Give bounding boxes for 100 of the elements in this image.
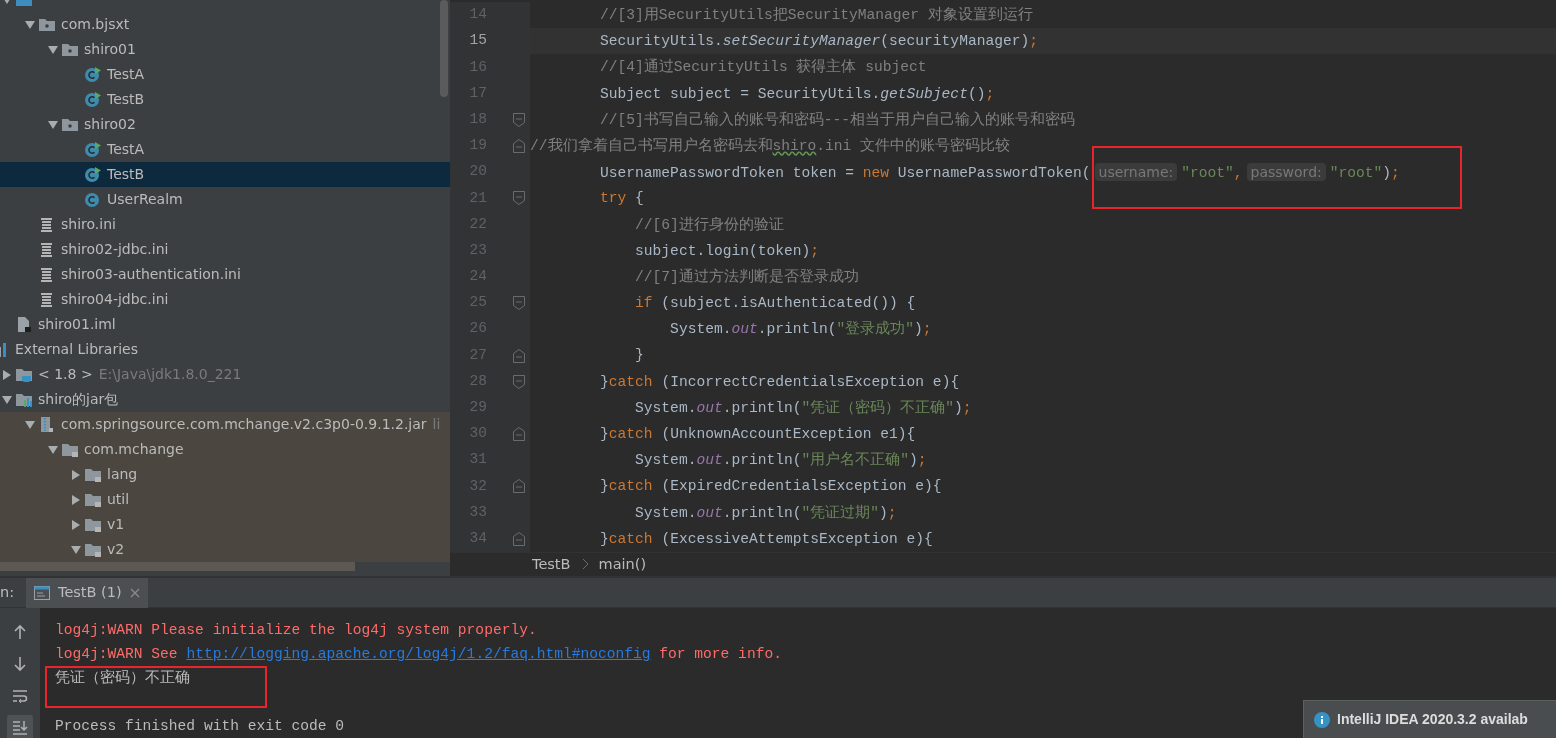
class-icon: [84, 166, 102, 183]
code-line: subject.login(token);: [634, 241, 820, 261]
class-icon: [84, 91, 102, 108]
tree-item[interactable]: External Libraries: [0, 337, 450, 362]
fold-marker-icon[interactable]: [512, 138, 526, 155]
tree-item[interactable]: com.mchange: [0, 437, 450, 462]
tree-item[interactable]: v1: [0, 512, 450, 537]
run-tab[interactable]: TestB (1): [26, 577, 148, 608]
info-icon: [1314, 711, 1330, 728]
expanded-arrow-icon[interactable]: [1, 394, 13, 405]
tree-item[interactable]: v2: [0, 537, 450, 562]
tree-item[interactable]: com.bjsxt: [0, 12, 450, 37]
fold-marker-icon[interactable]: [512, 426, 526, 443]
jdk-folder-icon: [15, 366, 33, 383]
fold-marker-icon[interactable]: [512, 111, 526, 128]
library-icon: [15, 391, 33, 408]
code-line: //[7]通过方法判断是否登录成功: [634, 267, 860, 287]
class-icon: [84, 191, 102, 208]
collapsed-arrow-icon[interactable]: [71, 493, 81, 506]
class-icon: [84, 66, 102, 83]
locked-folder-icon: [61, 441, 79, 458]
tree-item[interactable]: TestA: [0, 137, 450, 162]
code-line: UsernamePasswordToken token = new UsernamePasswordToken( username: "root", password: "root");: [599, 162, 1401, 184]
scroll-to-end-icon: [11, 719, 29, 737]
console-icon: [34, 585, 50, 600]
code-line: //[5]书写自己输入的账号和密码---相当于用户自己输入的账号和密码: [599, 110, 1077, 130]
class-icon: [84, 141, 102, 158]
link[interactable]: http://logging.apache.org/log4j/1.2/faq.html#noconfig: [186, 646, 651, 662]
package-icon: [61, 116, 79, 133]
code-line: System.out.println("凭证（密码）不正确");: [634, 398, 973, 418]
expanded-arrow-icon[interactable]: [70, 544, 82, 555]
tree-item[interactable]: shiro02-jdbc.ini: [0, 237, 450, 262]
code-line: }catch (ExpiredCredentialsException e){: [599, 477, 943, 497]
code-line: //[4]通过SecurityUtils 获得主体 subject: [599, 57, 928, 78]
tree-item[interactable]: util: [0, 487, 450, 512]
locked-folder-icon: [84, 516, 102, 533]
code-line: if (subject.isAuthenticated()) {: [634, 294, 917, 314]
breadcrumb[interactable]: TestB: [532, 553, 571, 576]
code-line: }catch (UnknownAccountException e1){: [599, 425, 917, 444]
tree-item[interactable]: com.springsource.com.mchange.v2.c3p0-0.9.1.2.jar li: [0, 412, 450, 437]
code-line: //[6]进行身份的验证: [634, 215, 785, 235]
code-line: System.out.println("登录成功");: [669, 319, 933, 340]
tree-item[interactable]: shiro的jar包: [0, 387, 450, 412]
line-number: 15: [468, 31, 487, 51]
tree-item[interactable]: < 1.8 > E:\Java\jdk1.8.0_221: [0, 362, 450, 387]
console-line: 凭证（密码）不正确: [55, 668, 190, 688]
breadcrumb[interactable]: main(): [598, 553, 647, 576]
expanded-arrow-icon[interactable]: [47, 119, 59, 130]
tree-item[interactable]: lang: [0, 462, 450, 487]
expanded-arrow-icon[interactable]: [24, 419, 36, 430]
tree-item[interactable]: TestB: [0, 87, 450, 112]
locked-folder-icon: [84, 466, 102, 483]
scrollbar-thumb[interactable]: [440, 0, 448, 97]
code-line: Subject subject = SecurityUtils.getSubject();: [599, 84, 996, 104]
tree-item[interactable]: shiro02: [0, 112, 450, 137]
console-line: log4j:WARN Please initialize the log4j system properly.: [55, 621, 537, 640]
tree-item[interactable]: TestA: [0, 62, 450, 87]
fold-marker-icon[interactable]: [512, 295, 526, 312]
locked-folder-icon: [84, 541, 102, 558]
tree-item[interactable]: TestB: [0, 162, 450, 187]
scrollbar-thumb[interactable]: [0, 562, 355, 571]
expanded-arrow-icon[interactable]: [24, 19, 36, 30]
locked-folder-icon: [84, 491, 102, 508]
expanded-arrow-icon[interactable]: [47, 444, 59, 455]
code-line: System.out.println("凭证过期");: [634, 503, 898, 523]
collapsed-arrow-icon[interactable]: [2, 368, 12, 381]
fold-marker-icon[interactable]: [512, 373, 526, 390]
tree-item[interactable]: shiro01.iml: [0, 312, 450, 337]
collapsed-arrow-icon[interactable]: [71, 518, 81, 531]
expanded-arrow-icon[interactable]: [47, 44, 59, 55]
tree-item[interactable]: shiro.ini: [0, 212, 450, 237]
code-line: try {: [599, 189, 645, 209]
tree-item[interactable]: UserRealm: [0, 187, 450, 212]
collapsed-arrow-icon[interactable]: [71, 468, 81, 481]
fold-marker-icon[interactable]: [512, 347, 526, 364]
arrow-down-icon: [11, 655, 29, 673]
fold-marker-icon[interactable]: [512, 190, 526, 207]
archive-icon: [38, 416, 56, 433]
chevron-icon: [580, 558, 589, 571]
tree-item[interactable]: shiro01: [0, 37, 450, 62]
code-line: System.out.println("用户名不正确");: [634, 450, 928, 471]
package-icon: [61, 41, 79, 58]
console-line: log4j:WARN See http://logging.apache.org/log4j/1.2/faq.html#noconfig for more info.: [55, 645, 782, 664]
tree-item[interactable]: shiro04-jdbc.ini: [0, 287, 450, 312]
code-line: //[3]用SecurityUtils把SecurityManager 对象设置到运行: [599, 5, 1034, 25]
tree-item[interactable]: shiro03-authentication.ini: [0, 262, 450, 287]
close-icon[interactable]: [129, 587, 140, 598]
fold-marker-icon[interactable]: [512, 478, 526, 495]
wrap-lines-icon: [11, 687, 29, 705]
toolbar-button[interactable]: [7, 715, 33, 738]
package-icon: [38, 16, 56, 33]
code-line: //我们拿着自己书写用户名密码去和shiro.ini 文件中的账号密码比较: [530, 136, 1012, 156]
code-line: }catch (ExcessiveAttemptsException e){: [599, 529, 934, 549]
update-notification[interactable]: IntelliJ IDEA 2020.3.2 availab: [1303, 700, 1556, 738]
panel-label: n:: [0, 582, 16, 602]
code-line: }catch (IncorrectCredentialsException e){: [599, 372, 961, 392]
fold-marker-icon[interactable]: [512, 530, 526, 547]
console-line: Process finished with exit code 0: [55, 717, 344, 736]
file-icon: [15, 316, 33, 333]
code-line: }: [634, 346, 645, 366]
